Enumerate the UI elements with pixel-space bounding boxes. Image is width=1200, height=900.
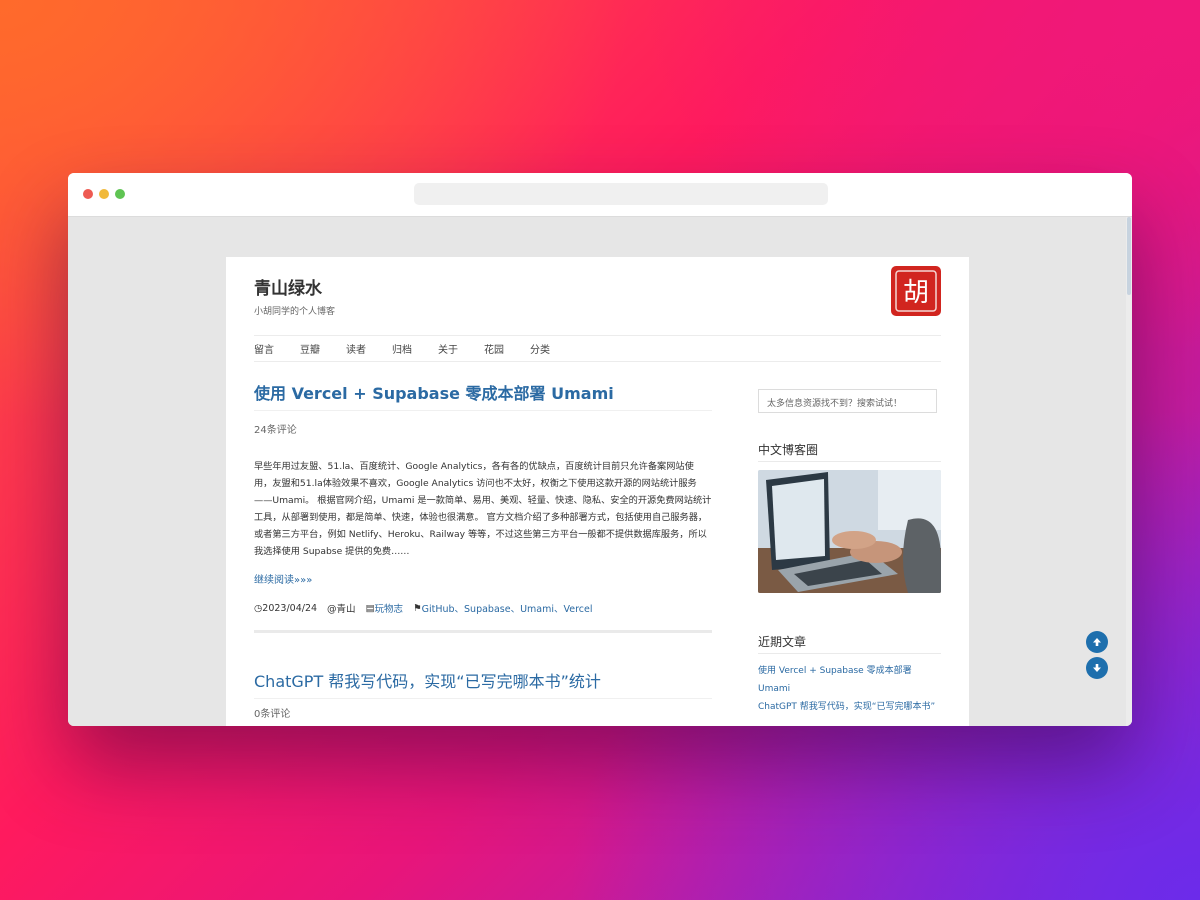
blog-circle-image[interactable] [758, 470, 941, 593]
nav-item-about[interactable]: 关于 [438, 341, 458, 356]
nav-item-categories[interactable]: 分类 [530, 341, 550, 356]
tags-links[interactable]: GitHub、Supabase、Umami、Vercel [422, 601, 593, 615]
scrollbar-thumb[interactable] [1127, 217, 1131, 295]
nav-item-readers[interactable]: 读者 [346, 341, 366, 356]
site-description: 小胡同学的个人博客 [254, 307, 336, 317]
post-meta: ◷2023/04/24 @青山 ▤ 玩物志 ⚑ GitHub、Supabase、Um… [254, 601, 712, 616]
site-title[interactable]: 青山绿水 [254, 274, 322, 299]
folder-icon: ▤ [365, 602, 375, 614]
post2-title-link[interactable]: ChatGPT 帮我写代码，实现“已写完哪本书”统计 [254, 671, 712, 699]
post-tags: ⚑ GitHub、Supabase、Umami、Vercel [413, 601, 593, 616]
page-scrollbar[interactable] [1126, 217, 1132, 726]
post-divider [254, 630, 712, 633]
post-date: ◷2023/04/24 [254, 602, 318, 614]
arrow-up-icon [1093, 638, 1101, 646]
recent-posts-list: 使用 Vercel + Supabase 零成本部署 Umami ChatGPT… [758, 662, 941, 716]
main-content: 使用 Vercel + Supabase 零成本部署 Umami 24条评论 早… [254, 383, 712, 720]
search-input[interactable]: 太多信息资源找不到？搜索试试！ [758, 389, 937, 413]
scroll-to-top-button[interactable] [1086, 631, 1108, 653]
nav-item-messages[interactable]: 留言 [254, 341, 274, 356]
tag-icon: ⚑ [413, 602, 422, 614]
widget-title-blog-circle: 中文博客圈 [758, 441, 941, 462]
post-comments-link[interactable]: 24条评论 [254, 421, 712, 436]
main-nav: 留言 豆瓣 读者 归档 关于 花园 分类 [254, 335, 941, 362]
read-more-link[interactable]: 继续阅读»»» [254, 571, 712, 586]
scroll-to-bottom-button[interactable] [1086, 657, 1108, 679]
nav-item-douban[interactable]: 豆瓣 [300, 341, 320, 356]
post-title-link[interactable]: 使用 Vercel + Supabase 零成本部署 Umami [254, 383, 712, 411]
page-viewport: 青山绿水 小胡同学的个人博客 胡 留言 豆瓣 读者 归档 关于 花园 分类 使用… [68, 217, 1132, 726]
browser-window: 青山绿水 小胡同学的个人博客 胡 留言 豆瓣 读者 归档 关于 花园 分类 使用… [68, 173, 1132, 726]
post-excerpt: 早些年用过友盟、51.la、百度统计、Google Analytics，各有各的… [254, 461, 712, 557]
post-author: @青山 [327, 604, 356, 615]
post2-comments-link[interactable]: 0条评论 [254, 705, 712, 720]
address-bar[interactable] [414, 183, 828, 205]
widget-title-recent-posts: 近期文章 [758, 633, 941, 654]
arrow-down-icon [1093, 664, 1101, 672]
recent-post-link[interactable]: ChatGPT 帮我写代码，实现“已写完哪本书” [758, 698, 941, 716]
seal-logo-icon: 胡 [895, 270, 937, 312]
seal-logo-glyph: 胡 [903, 278, 929, 308]
blog-page: 青山绿水 小胡同学的个人博客 胡 留言 豆瓣 读者 归档 关于 花园 分类 使用… [226, 257, 969, 726]
browser-titlebar [68, 173, 1132, 217]
site-logo[interactable]: 胡 [891, 266, 941, 316]
post-category: ▤ 玩物志 [365, 601, 404, 616]
nav-item-archive[interactable]: 归档 [392, 341, 412, 356]
close-window-button[interactable] [83, 189, 93, 199]
minimize-window-button[interactable] [99, 189, 109, 199]
recent-post-link[interactable]: 使用 Vercel + Supabase 零成本部署 Umami [758, 662, 941, 698]
category-link[interactable]: 玩物志 [375, 601, 404, 615]
nav-item-garden[interactable]: 花园 [484, 341, 504, 356]
sidebar: 太多信息资源找不到？搜索试试！ 中文博客圈 近期文章 使用 Vercel + S… [758, 389, 941, 716]
laptop-typing-illustration [758, 470, 941, 593]
maximize-window-button[interactable] [115, 189, 125, 199]
